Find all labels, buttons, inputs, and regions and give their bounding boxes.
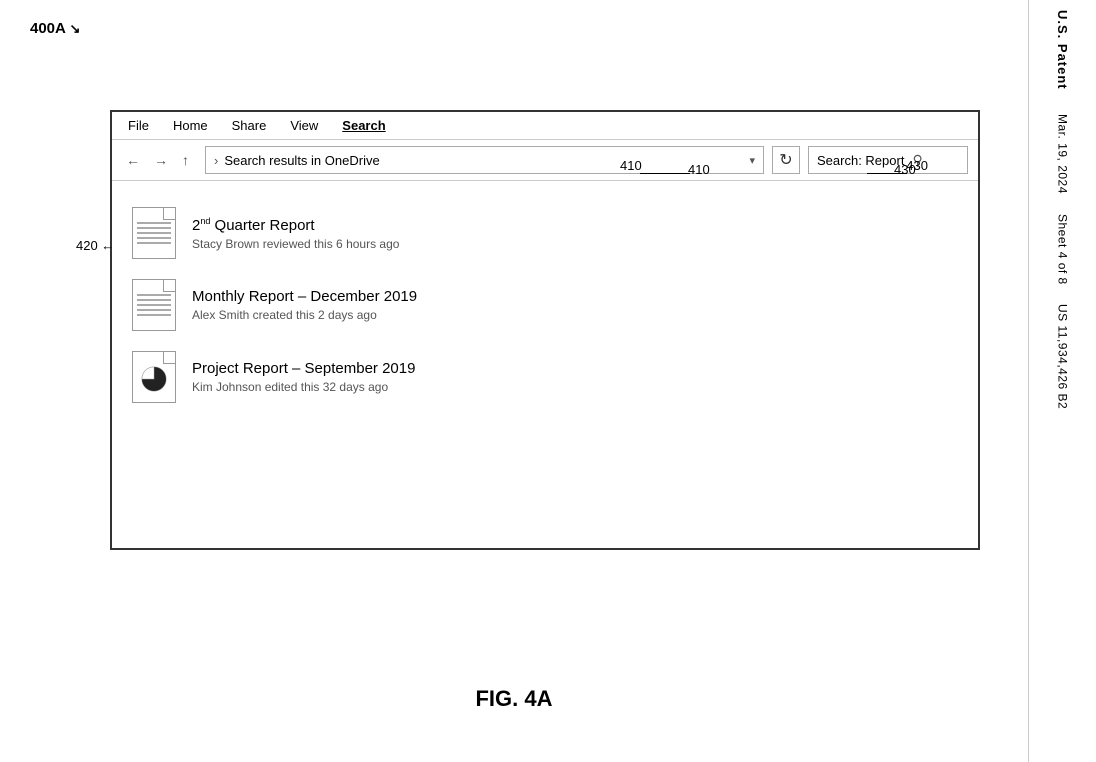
figure-label: 400A ↘ [30, 20, 80, 37]
explorer-window: File Home Share View Search ← → ↑ › Sear… [110, 110, 980, 550]
address-bar-row: ← → ↑ › Search results in OneDrive ▾ ↻ S… [112, 140, 978, 181]
file-icon-lines-1 [137, 222, 171, 244]
chart-icon [140, 365, 168, 393]
main-content: 400A ↘ File Home Share View Search ← → ↑… [0, 0, 1028, 762]
refresh-button[interactable]: ↻ [772, 146, 800, 174]
file-info-1: 2nd Quarter Report Stacy Brown reviewed … [192, 216, 399, 251]
menu-share[interactable]: Share [232, 118, 267, 133]
file-icon-2 [132, 279, 176, 331]
file-meta-2: Alex Smith created this 2 days ago [192, 308, 417, 322]
address-chevron: › [214, 153, 218, 168]
annot-410-line [640, 173, 690, 174]
file-icon-lines-2 [137, 294, 171, 316]
file-icon-corner-3 [163, 352, 175, 364]
patent-us-label: U.S. Patent [1055, 10, 1070, 90]
annot-430-line [867, 173, 907, 174]
file-list: 2nd Quarter Report Stacy Brown reviewed … [112, 181, 978, 429]
figure-caption: FIG. 4A [475, 686, 552, 712]
address-field[interactable]: › Search results in OneDrive ▾ [205, 146, 764, 174]
patent-sidebar: U.S. Patent Mar. 19, 2024 Sheet 4 of 8 U… [1028, 0, 1096, 762]
file-icon-corner-2 [163, 280, 175, 292]
search-bar-text: Search: Report [817, 153, 904, 168]
file-meta-1: Stacy Brown reviewed this 6 hours ago [192, 237, 399, 251]
file-item-2[interactable]: Monthly Report – December 2019 Alex Smit… [132, 269, 958, 341]
file-icon-corner-1 [163, 208, 175, 220]
file-item-3[interactable]: Project Report – September 2019 Kim John… [132, 341, 958, 413]
address-text: › Search results in OneDrive [214, 153, 380, 168]
file-name-3: Project Report – September 2019 [192, 360, 415, 377]
annot-420-label: 420 ← [76, 238, 114, 253]
menu-home[interactable]: Home [173, 118, 208, 133]
file-meta-3: Kim Johnson edited this 32 days ago [192, 380, 415, 394]
forward-button[interactable]: → [150, 150, 172, 170]
refresh-icon: ↻ [779, 150, 792, 170]
menu-search[interactable]: Search [342, 118, 385, 133]
nav-buttons: ← → ↑ [122, 150, 193, 170]
file-icon-3 [132, 351, 176, 403]
menu-view[interactable]: View [290, 118, 318, 133]
file-icon-1 [132, 207, 176, 259]
patent-date: Mar. 19, 2024 [1056, 114, 1070, 194]
patent-sheet: Sheet 4 of 8 [1056, 214, 1070, 285]
menu-bar: File Home Share View Search [112, 112, 978, 140]
annot-410-label: 410 [688, 162, 710, 177]
file-info-3: Project Report – September 2019 Kim John… [192, 360, 415, 394]
file-name-1: 2nd Quarter Report [192, 216, 399, 234]
menu-file[interactable]: File [128, 118, 149, 133]
file-info-2: Monthly Report – December 2019 Alex Smit… [192, 288, 417, 322]
patent-number: US 11,934,426 B2 [1056, 304, 1070, 409]
address-dropdown-icon[interactable]: ▾ [749, 154, 755, 167]
callout-410: 410 [620, 158, 642, 173]
file-name-2: Monthly Report – December 2019 [192, 288, 417, 305]
search-bar[interactable]: Search: Report ⚲ [808, 146, 968, 174]
back-button[interactable]: ← [122, 150, 144, 170]
annot-430-label: 430 [894, 162, 916, 177]
address-value: Search results in OneDrive [224, 153, 379, 168]
file-item-1[interactable]: 2nd Quarter Report Stacy Brown reviewed … [132, 197, 958, 269]
up-button[interactable]: ↑ [178, 150, 193, 170]
